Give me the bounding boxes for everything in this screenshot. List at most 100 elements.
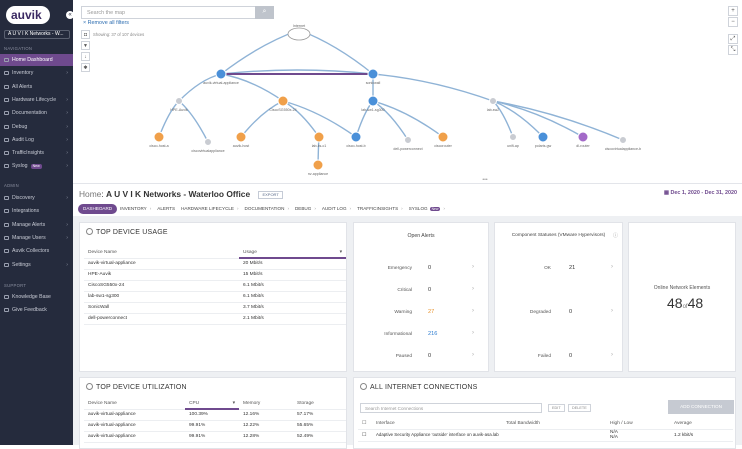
- select-all-checkbox[interactable]: ☐: [358, 418, 372, 430]
- table-row[interactable]: lab-sw1-sg300 6.1 Mbit/s: [84, 291, 346, 303]
- device-label[interactable]: cisco-host-a: [149, 144, 168, 148]
- table-row[interactable]: HPE-Auvik 15 Mbit/s: [84, 269, 346, 281]
- sidebar-item-settings[interactable]: Settings ›: [0, 259, 73, 271]
- device-label[interactable]: lab-ks-c1: [312, 144, 327, 148]
- table-row[interactable]: auvik-virtual-appliance 99.91% 12.22% 55.65…: [84, 420, 346, 432]
- map-link[interactable]: [220, 29, 300, 75]
- table-row[interactable]: auvik-virtual-appliance 100.39% 12.16% 57.1…: [84, 409, 346, 421]
- date-range-picker[interactable]: ▦ Dec 1, 2020 - Dec 31, 2020: [664, 190, 737, 196]
- network-map[interactable]: Search the map ⌕ × Remove all filters Sh…: [73, 0, 742, 183]
- table-row[interactable]: ☐ Adaptive Security Appliance 'outside' i…: [358, 429, 733, 442]
- edit-button[interactable]: EDIT: [548, 404, 565, 412]
- device-label[interactable]: sonicwall: [366, 81, 381, 85]
- map-link[interactable]: [158, 100, 180, 138]
- sidebar-item-audit-log[interactable]: Audit Log ›: [0, 134, 73, 146]
- device-label[interactable]: ciscovirtualappliance-b: [605, 147, 641, 151]
- column-interface[interactable]: Interface: [372, 418, 502, 430]
- tab-dashboard[interactable]: DASHBOARD: [78, 204, 118, 214]
- sidebar-item-integrations[interactable]: Integrations: [0, 205, 73, 217]
- column-cpu[interactable]: CPU ▾: [185, 398, 239, 410]
- device-node[interactable]: [367, 68, 379, 80]
- tab-inventory[interactable]: INVENTORY ›: [117, 204, 154, 214]
- map-link[interactable]: [355, 100, 374, 138]
- device-node[interactable]: [437, 131, 449, 143]
- alert-row-warning[interactable]: Warning 27 ›: [354, 303, 480, 325]
- device-label[interactable]: dl-router: [576, 144, 590, 148]
- status-row-failed[interactable]: Failed 0 ›: [495, 347, 619, 369]
- device-label[interactable]: CiscoSG550x-24: [269, 108, 296, 112]
- sidebar-item-give-feedback[interactable]: Give Feedback: [0, 304, 73, 316]
- column-device-name[interactable]: Device Name: [84, 398, 185, 410]
- device-node[interactable]: [367, 95, 379, 107]
- tab-syslog[interactable]: SYSLOG New ›: [406, 204, 448, 214]
- row-checkbox[interactable]: ☐: [358, 429, 372, 442]
- device-label[interactable]: unifi-ap: [507, 144, 519, 148]
- device-node[interactable]: [577, 131, 589, 143]
- sidebar-item-home-dashboard[interactable]: Home Dashboard: [0, 54, 73, 66]
- status-row-degraded[interactable]: Degraded 0 ›: [495, 303, 619, 325]
- device-node[interactable]: [277, 95, 289, 107]
- org-selector[interactable]: A U V I K Networks - W...: [4, 30, 70, 39]
- tab-documentation[interactable]: DOCUMENTATION ›: [242, 204, 292, 214]
- sidebar-item-trafficinsights[interactable]: TrafficInsights ›: [0, 147, 73, 159]
- column-average[interactable]: Average: [670, 418, 733, 430]
- status-row-ok[interactable]: OK 21 ›: [495, 259, 619, 281]
- column-high-low[interactable]: High / Low: [606, 418, 670, 430]
- device-label[interactable]: ciscovirtualappliance: [191, 149, 224, 153]
- alert-row-emergency[interactable]: Emergency 0 ›: [354, 259, 480, 281]
- tab-alerts[interactable]: ALERTS: [154, 204, 178, 214]
- table-row[interactable]: CiscoSG550x-24 6.1 Mbit/s: [84, 280, 346, 292]
- device-node[interactable]: [537, 131, 549, 143]
- tab-debug[interactable]: DEBUG ›: [292, 204, 319, 214]
- sidebar-item-knowledge-base[interactable]: Knowledge Base: [0, 291, 73, 303]
- device-label[interactable]: HPE-Auvik: [170, 108, 188, 112]
- sidebar-item-discovery[interactable]: Discovery ›: [0, 192, 73, 204]
- column-memory[interactable]: Memory: [239, 398, 293, 410]
- map-link[interactable]: [372, 100, 444, 138]
- add-connection-button[interactable]: ADD CONNECTION: [668, 400, 734, 414]
- column-device-name[interactable]: Device Name: [84, 247, 239, 259]
- delete-button[interactable]: DELETE: [568, 404, 591, 412]
- column-usage[interactable]: Usage ▾: [239, 247, 346, 259]
- device-node[interactable]: [509, 133, 517, 141]
- map-link[interactable]: [240, 100, 284, 138]
- sidebar-item-syslog[interactable]: Syslog New ›: [0, 160, 73, 172]
- device-node[interactable]: [175, 97, 183, 105]
- sidebar-item-all-alerts[interactable]: All Alerts: [0, 81, 73, 93]
- table-row[interactable]: auvik-virtual-appliance 20 Mbit/s: [84, 258, 346, 270]
- tab-hardware-lifecycle[interactable]: HARDWARE LIFECYCLE ›: [178, 204, 241, 214]
- sidebar-item-documentation[interactable]: Documentation ›: [0, 107, 73, 119]
- device-label[interactable]: ciscorouter: [434, 144, 452, 148]
- map-link[interactable]: [298, 29, 374, 75]
- topology-diagram[interactable]: Internet sonicwall auvik-virtual-appliance…: [73, 0, 742, 183]
- device-label[interactable]: nv-appliance: [308, 172, 328, 176]
- device-node[interactable]: [619, 136, 627, 144]
- alert-row-critical[interactable]: Critical 0 ›: [354, 281, 480, 303]
- internet-cloud-icon[interactable]: [287, 27, 311, 41]
- table-row[interactable]: SonicWall 3.7 Mbit/s: [84, 302, 346, 314]
- device-label[interactable]: dell-powerconnect: [393, 147, 422, 151]
- export-button[interactable]: EXPORT: [258, 190, 283, 199]
- map-link[interactable]: [372, 73, 494, 102]
- internet-connections-search-input[interactable]: Search Internet Connections: [360, 403, 542, 413]
- device-node[interactable]: [489, 97, 497, 105]
- device-label[interactable]: polaris-gw: [535, 144, 552, 148]
- device-label[interactable]: lab-sw2: [487, 108, 499, 112]
- device-node[interactable]: [153, 131, 165, 143]
- device-label[interactable]: auvik-host: [233, 144, 249, 148]
- sidebar-item-inventory[interactable]: Inventory ›: [0, 67, 73, 79]
- device-node[interactable]: [204, 138, 212, 146]
- device-node[interactable]: [235, 131, 247, 143]
- device-node[interactable]: [350, 131, 362, 143]
- column-total-bandwidth[interactable]: Total Bandwidth: [502, 418, 606, 430]
- auvik-logo[interactable]: auvik: [6, 6, 50, 24]
- alert-row-informational[interactable]: Informational 216 ›: [354, 325, 480, 347]
- device-label[interactable]: Internet: [293, 24, 305, 28]
- map-link[interactable]: [220, 73, 284, 102]
- online-network-elements-panel[interactable]: Online Network Elements 48of48: [628, 222, 736, 372]
- device-label[interactable]: auvik-virtual-appliance: [203, 81, 239, 85]
- sidebar-item-manage-alerts[interactable]: Manage Alerts ›: [0, 219, 73, 231]
- device-node[interactable]: [313, 131, 325, 143]
- table-row[interactable]: auvik-virtual-appliance 99.91% 12.28% 52.49…: [84, 431, 346, 443]
- device-node[interactable]: [215, 68, 227, 80]
